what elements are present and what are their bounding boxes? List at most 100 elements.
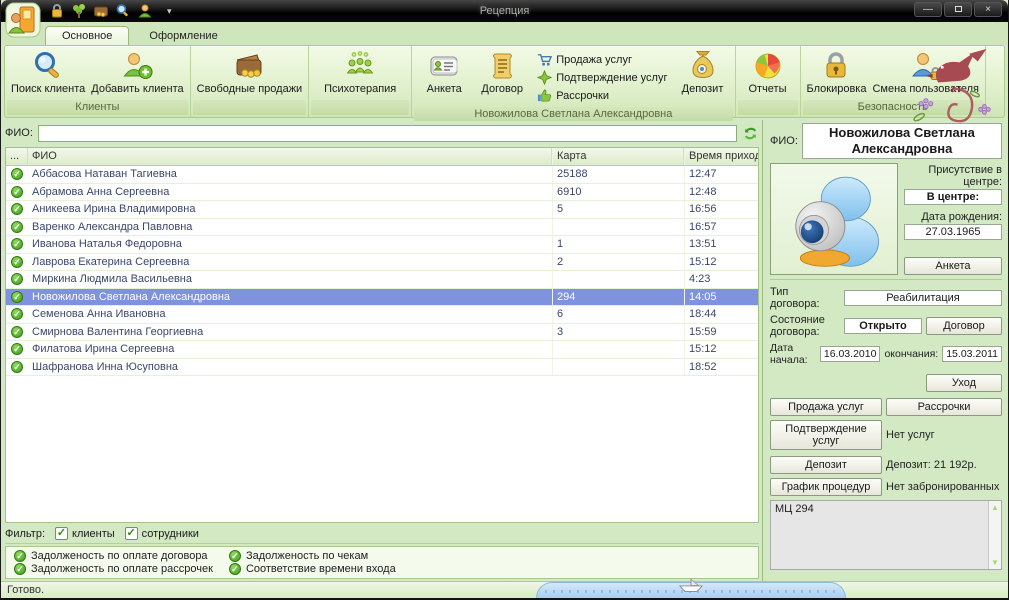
ribbon: Поиск клиента Добавить клиента Клиенты С… [4, 45, 1005, 118]
table-row[interactable]: ✓ Лаврова Екатерина Сергеевна 2 15:12 [6, 254, 758, 272]
no-booked-text: Нет забронированных [886, 481, 999, 493]
confirm-services-panel-button[interactable]: Подтверждение услуг [770, 420, 882, 450]
ribbon-group-current-client: Анкета Договор Продажа услуг Подтвержден… [412, 46, 735, 117]
status-ok-icon: ✓ [11, 343, 23, 355]
lock-workstation-button[interactable]: Блокировка [804, 49, 870, 96]
table-row[interactable]: ✓ Шафранова Инна Юсуповна 18:52 [6, 359, 758, 377]
app-icon[interactable] [5, 2, 41, 38]
user-icon[interactable] [137, 3, 153, 19]
start-date-label: Дата начала: [770, 342, 816, 366]
client-name-cell: Абрамова Анна Сергеевна [28, 184, 552, 201]
deposit-amount-text: Депозит: 21 192р. [886, 459, 977, 471]
table-row[interactable]: ✓ Филатова Ирина Сергеевна 15:12 [6, 341, 758, 359]
deposit-button[interactable]: Депозит [674, 49, 732, 96]
table-header: ... ФИО Карта Время прихода [6, 148, 758, 166]
table-row[interactable]: ✓ Варенко Александра Павловна 16:57 [6, 219, 758, 237]
money-tree-icon[interactable] [71, 3, 87, 19]
end-date-value: 15.03.2011 [942, 346, 1002, 362]
column-header-time[interactable]: Время прихода [684, 148, 758, 165]
client-name-cell: Иванова Наталья Федоровна [28, 236, 552, 253]
filter-employees-checkbox[interactable]: ✓ сотрудники [125, 527, 199, 540]
client-card-cell [552, 271, 684, 288]
table-row[interactable]: ✓ Иванова Наталья Федоровна 1 13:51 [6, 236, 758, 254]
table-row[interactable]: ✓ Аникеева Ирина Владимировна 5 16:56 [6, 201, 758, 219]
wallet-icon[interactable] [93, 3, 109, 19]
sale-services-panel-button[interactable]: Продажа услуг [770, 398, 882, 416]
filter-clients-checkbox[interactable]: ✓ клиенты [55, 527, 115, 540]
add-client-button[interactable]: Добавить клиента [88, 49, 186, 96]
questionnaire-panel-button[interactable]: Анкета [904, 257, 1002, 275]
client-name-cell: Филатова Ирина Сергеевна [28, 341, 552, 358]
table-row[interactable]: ✓ Миркина Людмила Васильевна 4:23 [6, 271, 758, 289]
maximize-icon [955, 6, 962, 12]
table-row[interactable]: ✓ Аббасова Натаван Тагиевна 25188 12:47 [6, 166, 758, 184]
legend-item-label: Задолженость по оплате рассрочек [31, 563, 213, 575]
confirm-services-item[interactable]: Подтверждение услуг [535, 70, 669, 85]
psychotherapy-button[interactable]: Психотерапия [312, 49, 408, 96]
refresh-icon[interactable] [742, 125, 759, 142]
leave-button[interactable]: Уход [926, 374, 1002, 392]
deposit-panel-button[interactable]: Депозит [770, 456, 882, 474]
ribbon-group-psychotherapy: Психотерапия [309, 46, 412, 117]
column-header-status[interactable]: ... [6, 148, 28, 165]
fio-search-label: ФИО: [5, 127, 33, 139]
app-window: ▾ Рецепция — × Основное Оформление Поиск… [0, 0, 1009, 600]
client-photo[interactable] [770, 163, 898, 275]
client-name-cell: Аникеева Ирина Владимировна [28, 201, 552, 218]
contract-panel-button[interactable]: Договор [926, 317, 1002, 335]
status-ok-icon: ✓ [11, 256, 23, 268]
notes-scrollbar[interactable]: ▲ ▼ [988, 501, 1001, 569]
client-time-cell: 4:23 [684, 271, 758, 288]
free-sales-button[interactable]: Свободные продажи [194, 49, 306, 96]
sale-services-item[interactable]: Продажа услуг [535, 52, 669, 67]
table-row[interactable]: ✓ Новожилова Светлана Александровна 294 … [6, 289, 758, 307]
toolbar-dropdown-icon[interactable]: ▾ [167, 6, 172, 17]
sparkle-icon [537, 70, 552, 85]
status-ok-icon: ✓ [11, 291, 23, 303]
client-name-cell: Шафранова Инна Юсуповна [28, 359, 552, 376]
tab-main[interactable]: Основное [45, 26, 129, 45]
questionnaire-icon [428, 50, 460, 82]
client-notes-area[interactable]: МЦ 294 ▲ ▼ [770, 500, 1002, 570]
table-row[interactable]: ✓ Семенова Анна Ивановна 6 18:44 [6, 306, 758, 324]
search-icon[interactable] [115, 3, 131, 19]
table-row[interactable]: ✓ Смирнова Валентина Георгиевна 3 15:59 [6, 324, 758, 342]
table-row[interactable]: ✓ Абрамова Анна Сергеевна 6910 12:48 [6, 184, 758, 202]
client-name-cell: Варенко Александра Павловна [28, 219, 552, 236]
lock-icon[interactable] [49, 3, 65, 19]
ribbon-group-label-clients: Клиенты [7, 100, 188, 115]
client-time-cell: 15:59 [684, 324, 758, 341]
column-header-name[interactable]: ФИО [28, 148, 552, 165]
schedule-button[interactable]: График процедур [770, 478, 882, 496]
status-ok-icon: ✓ [11, 168, 23, 180]
status-ok-icon: ✓ [11, 203, 23, 215]
fio-search-input[interactable] [38, 125, 737, 142]
scroll-up-icon[interactable]: ▲ [991, 503, 999, 512]
tab-design[interactable]: Оформление [133, 27, 233, 45]
legend-ok-icon: ✓ [229, 550, 241, 562]
legend-item: ✓ Задолженость по оплате договора [14, 550, 213, 562]
maximize-button[interactable] [944, 2, 972, 17]
contract-button[interactable]: Договор [473, 49, 531, 96]
status-ok-icon: ✓ [11, 221, 23, 233]
client-card-cell: 3 [552, 324, 684, 341]
minimize-button[interactable]: — [914, 2, 942, 17]
reports-button[interactable]: Отчеты [739, 49, 797, 96]
legend-ok-icon: ✓ [14, 563, 26, 575]
contract-type-value: Реабилитация [844, 290, 1002, 306]
scroll-down-icon[interactable]: ▼ [991, 558, 999, 567]
contract-state-value: Открыто [844, 318, 922, 334]
client-time-cell: 15:12 [684, 254, 758, 271]
status-ok-icon: ✓ [11, 361, 23, 373]
client-card-cell [552, 359, 684, 376]
installments-panel-button[interactable]: Рассрочки [886, 398, 1002, 416]
status-ok-icon: ✓ [11, 186, 23, 198]
client-card-cell [552, 219, 684, 236]
installments-item[interactable]: Рассрочки [535, 88, 669, 103]
status-ok-icon: ✓ [11, 308, 23, 320]
client-card-cell: 5 [552, 201, 684, 218]
column-header-card[interactable]: Карта [552, 148, 684, 165]
close-button[interactable]: × [974, 2, 1002, 17]
questionnaire-button[interactable]: Анкета [415, 49, 473, 96]
search-client-button[interactable]: Поиск клиента [8, 49, 88, 96]
